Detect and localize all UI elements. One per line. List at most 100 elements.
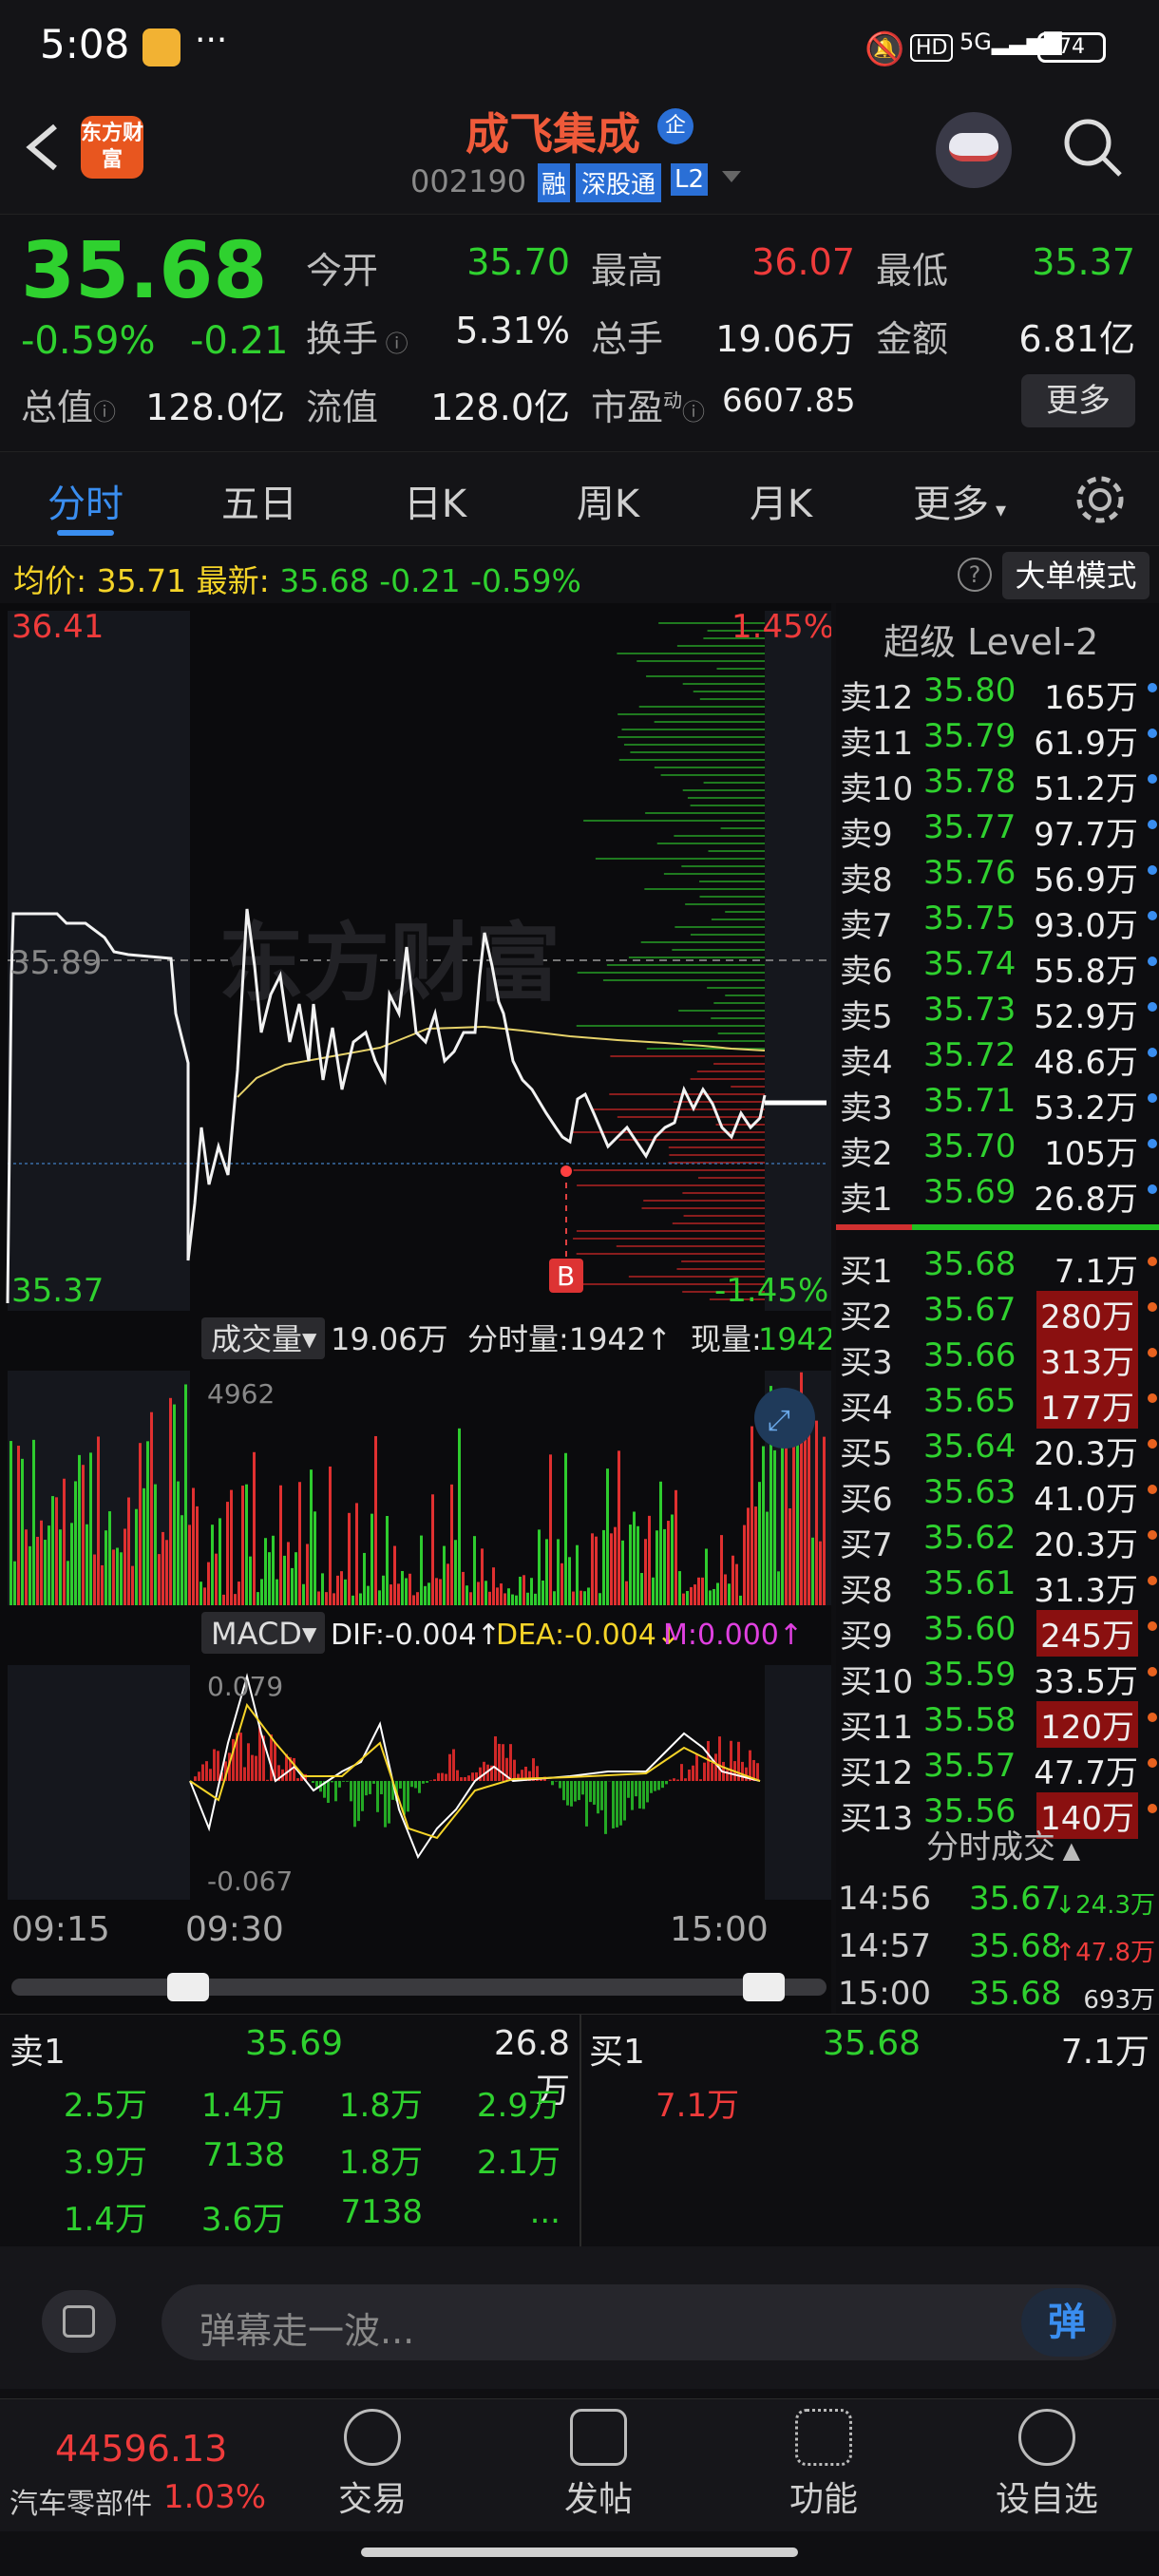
range-slider-right-handle[interactable] <box>743 1973 785 2001</box>
bid-row[interactable]: 买11 35.58 120万 <box>836 1697 1159 1743</box>
macd-bar <box>293 1758 295 1781</box>
level-volume: 20.3万 <box>1034 1428 1138 1474</box>
latest-change: -0.21 <box>379 562 460 599</box>
tab-more[interactable]: 更多 ▾ <box>898 473 1021 528</box>
macd-bar <box>695 1754 698 1781</box>
queue-buy-vol: 7.1万 <box>1045 2024 1150 2074</box>
volume-bar <box>587 1587 590 1605</box>
connect-tag: 深股通 <box>576 163 661 202</box>
bid-row[interactable]: 买12 35.57 47.7万 <box>836 1743 1159 1789</box>
ask-row[interactable]: 卖3 35.71 53.2万 <box>836 1078 1159 1124</box>
volume-bar <box>40 1521 43 1605</box>
queue-sell-order: 7138 <box>166 2136 285 2174</box>
ask-row[interactable]: 卖10 35.78 51.2万 <box>836 759 1159 805</box>
volume-bar <box>238 1582 240 1605</box>
level-price: 35.69 <box>923 1173 1016 1211</box>
range-slider-track[interactable] <box>11 1979 826 1996</box>
danmu-input[interactable]: 弹幕走一波... 弹 <box>162 2284 1116 2360</box>
ask-row[interactable]: 卖1 35.69 26.8万 <box>836 1169 1159 1215</box>
nav-post[interactable]: 发帖 <box>532 2409 665 2521</box>
queue-divider <box>580 2015 581 2247</box>
index-value[interactable]: 44596.13 <box>55 2428 227 2470</box>
robot-avatar[interactable] <box>936 112 1012 188</box>
tab-weekly[interactable]: 周K <box>546 473 670 528</box>
macd-bar <box>372 1781 375 1784</box>
volume-label: 成交量 <box>211 1321 302 1357</box>
volume-bar <box>169 1398 172 1605</box>
depth-bar <box>699 881 765 882</box>
macd-bar <box>714 1753 717 1781</box>
ask-row[interactable]: 卖2 35.70 105万 <box>836 1124 1159 1169</box>
volume-bar <box>598 1593 601 1605</box>
ask-row[interactable]: 卖6 35.74 55.8万 <box>836 941 1159 987</box>
bid-row[interactable]: 买8 35.61 31.3万 <box>836 1561 1159 1606</box>
ask-row[interactable]: 卖12 35.80 165万 <box>836 668 1159 713</box>
volume-bar <box>86 1525 88 1605</box>
bid-row[interactable]: 买3 35.66 313万 <box>836 1333 1159 1378</box>
volume-bar <box>17 1446 20 1605</box>
macd-bar <box>414 1781 417 1788</box>
level-volume: 53.2万 <box>1034 1082 1138 1128</box>
tab-intraday[interactable]: 分时 <box>24 473 147 528</box>
bid-row[interactable]: 买9 35.60 245万 <box>836 1606 1159 1652</box>
macd-bar <box>445 1774 447 1781</box>
bid-row[interactable]: 买5 35.64 20.3万 <box>836 1424 1159 1469</box>
volume-bar <box>720 1535 723 1605</box>
volume-bar <box>66 1561 69 1605</box>
range-slider-left-handle[interactable] <box>167 1973 209 2001</box>
nav-trade[interactable]: 交易 <box>306 2409 439 2521</box>
bid-row[interactable]: 买7 35.62 20.3万 <box>836 1515 1159 1561</box>
danmu-send-button[interactable]: 弹 <box>1021 2288 1112 2357</box>
tab-5day[interactable]: 五日 <box>198 473 321 528</box>
tab-monthly[interactable]: 月K <box>719 473 843 528</box>
volume-bar <box>93 1555 96 1605</box>
nav-functions[interactable]: 功能 <box>757 2409 890 2521</box>
gear-icon[interactable] <box>1074 473 1127 526</box>
volume-bar <box>355 1503 358 1605</box>
volume-bar <box>158 1554 161 1605</box>
more-button[interactable]: 更多 <box>1021 374 1135 427</box>
volume-bar <box>63 1479 66 1605</box>
bid-row[interactable]: 买10 35.59 33.5万 <box>836 1652 1159 1697</box>
danmu-toggle-icon[interactable] <box>42 2290 116 2353</box>
ask-row[interactable]: 卖5 35.73 52.9万 <box>836 987 1159 1032</box>
macd-bar <box>422 1781 425 1784</box>
bid-row[interactable]: 买4 35.65 177万 <box>836 1378 1159 1424</box>
depth-bar <box>699 896 765 898</box>
volume-bar <box>446 1563 449 1605</box>
queue-sell-order: 1.8万 <box>304 2079 423 2126</box>
volume-bar <box>150 1412 153 1605</box>
app-logo[interactable]: 东方财富 <box>81 116 143 179</box>
trades-title[interactable]: 分时成交 ▲ <box>926 1821 1080 1867</box>
volume-bar <box>25 1529 28 1605</box>
pe-value: 6607.85 <box>722 382 855 420</box>
volume-dropdown-icon: ▼ <box>302 1328 317 1351</box>
edit-icon <box>570 2409 627 2466</box>
bid-row[interactable]: 买6 35.63 41.0万 <box>836 1469 1159 1515</box>
level-dot-icon <box>1148 1093 1157 1103</box>
macd-bar <box>593 1781 596 1805</box>
volume-bar <box>127 1498 130 1605</box>
chevron-left-icon[interactable] <box>19 119 66 176</box>
help-icon[interactable]: ? <box>958 558 992 592</box>
depth-bar <box>683 683 765 685</box>
bid-row[interactable]: 买1 35.68 7.1万 <box>836 1241 1159 1287</box>
bid-row[interactable]: 买2 35.67 280万 <box>836 1287 1159 1333</box>
level-price: 35.68 <box>923 1245 1016 1283</box>
depth-bar <box>708 850 765 852</box>
macd-bar <box>365 1781 368 1795</box>
nav-watchlist[interactable]: 设自选 <box>980 2409 1113 2521</box>
big-order-mode-button[interactable]: 大单模式 <box>1002 552 1150 599</box>
volume-bar <box>241 1486 244 1605</box>
level2-title: 超级 Level-2 <box>884 613 1098 665</box>
ask-row[interactable]: 卖7 35.75 93.0万 <box>836 896 1159 941</box>
search-icon[interactable] <box>1059 114 1126 180</box>
tab-daily[interactable]: 日K <box>373 473 497 528</box>
ask-row[interactable]: 卖9 35.77 97.7万 <box>836 805 1159 850</box>
intraday-chart-area[interactable]: 东方财富 B 36.41 1.45% 35.89 35.37 -1.45% 成交… <box>0 603 831 2014</box>
macd-bar <box>205 1761 208 1781</box>
dropdown-icon[interactable] <box>722 171 741 182</box>
ask-row[interactable]: 卖8 35.76 56.9万 <box>836 850 1159 896</box>
ask-row[interactable]: 卖4 35.72 48.6万 <box>836 1032 1159 1078</box>
ask-row[interactable]: 卖11 35.79 61.9万 <box>836 713 1159 759</box>
